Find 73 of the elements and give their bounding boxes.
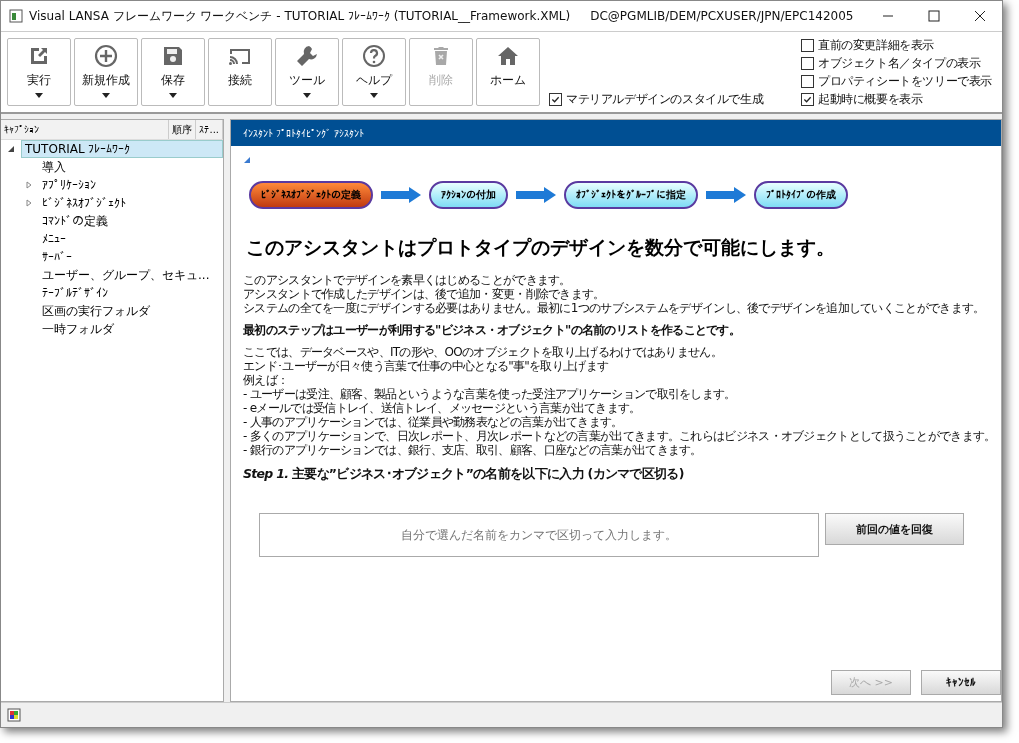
toolbar-button[interactable]: 実行 [7, 38, 71, 106]
window-location: DC@PGMLIB/DEM/PCXUSER/JPN/EPC142005 [590, 9, 854, 23]
description-text: - 銀行のアプリケーションでは、銀行、支店、取引、顧客、口座などの言葉が出てきます。 [243, 443, 702, 457]
description-text: エンド･ユーザーが日々使う言葉で仕事の中心となる"事"を取り上げます [243, 359, 609, 373]
checkbox-label[interactable]: オブジェクト名／タイプの表示 [818, 54, 981, 72]
expand-icon[interactable] [25, 181, 33, 189]
tree-item[interactable]: TUTORIAL ﾌﾚｰﾑﾜｰｸ [21, 140, 223, 158]
corner-triangle-icon [244, 157, 250, 163]
status-icon [7, 708, 21, 722]
instruction-text: 最初のステップはユーザーが利用する"ビジネス・オブジェクト"の名前のリストを作ることです。 [243, 323, 740, 337]
home-icon [496, 44, 520, 68]
toolbar-button[interactable]: ツール [275, 38, 339, 106]
checkbox[interactable] [801, 92, 814, 106]
toolbar-button[interactable]: ホーム [476, 38, 540, 106]
toolbar-button[interactable]: 保存 [141, 38, 205, 106]
checkbox-label[interactable]: プロパティシートをツリーで表示 [818, 72, 992, 90]
expand-icon[interactable] [25, 199, 33, 207]
cancel-button[interactable]: ｷｬﾝｾﾙ [921, 670, 1001, 695]
tree-item[interactable]: 導入 [39, 157, 69, 177]
column-header[interactable]: ｷｬﾌﾟｼｮﾝ [1, 120, 170, 139]
save-icon [161, 44, 185, 68]
description-text: - eメールでは受信トレイ、送信トレイ、メッセージという言葉が出てきます。 [243, 401, 641, 415]
column-header[interactable]: 順序 [169, 120, 197, 139]
column-header[interactable]: ｽﾃ... [196, 120, 223, 139]
step-instruction: Step 1. 主要な”ビジネス･オブジェクト”の名前を以下に入力 (カンマで区切る) [243, 467, 684, 481]
arrow-icon [514, 187, 558, 203]
description-text: アシスタントで作成したデザインは、後で追加・変更・削除できます。 [243, 287, 605, 301]
checkbox-label[interactable]: マテリアルデザインのスタイルで生成 [566, 91, 764, 108]
tree-item[interactable]: ｺﾏﾝﾄﾞの定義 [39, 211, 111, 231]
maximize-icon[interactable] [928, 10, 940, 22]
wrench-icon [295, 44, 319, 68]
checkbox[interactable] [801, 38, 814, 52]
description-text: - 多くのアプリケーションで、日次レポート、月次レポートなどの言葉が出てきます。これらはビジネス・オブジェクトとして扱うことができます。 [243, 429, 996, 443]
tree-item[interactable]: ﾃｰﾌﾞﾙﾃﾞｻﾞｲﾝ [39, 285, 111, 301]
description-text: 例えば： [243, 373, 289, 387]
tree-item[interactable]: 区画の実行フォルダ [39, 301, 153, 321]
restore-button[interactable]: 前回の値を回復 [825, 513, 964, 545]
description-text: - 人事のアプリケーションでは、従業員や勤務表などの言葉が出てきます。 [243, 415, 623, 429]
toolbar-button[interactable]: 接続 [208, 38, 272, 106]
wizard-step: ﾌﾟﾛﾄﾀｲﾌﾟの作成 [754, 181, 848, 209]
description-text: ここでは、データベースや、ITの形や、OOのオブジェクトを取り上げるわけではありません。 [243, 345, 722, 359]
toolbar-button[interactable]: 新規作成 [74, 38, 138, 106]
app-icon [9, 9, 23, 23]
add-icon [94, 44, 118, 68]
tree-item[interactable]: 一時フォルダ [39, 319, 117, 339]
wizard-step: ｵﾌﾞｼﾞｪｸﾄをｸﾞﾙｰﾌﾟに指定 [564, 181, 698, 209]
tree-item[interactable]: ﾋﾞｼﾞﾈｽｵﾌﾞｼﾞｪｸﾄ [39, 195, 129, 211]
assistant-heading: このアシスタントはプロトタイプのデザインを数分で可能にします。 [246, 235, 836, 260]
checkbox[interactable] [549, 93, 562, 106]
checkbox[interactable] [801, 74, 814, 88]
checkbox[interactable] [801, 56, 814, 70]
checkmark-icon [803, 94, 812, 104]
tree-item[interactable]: ｻｰﾊﾞｰ [39, 249, 75, 265]
checkbox-label[interactable]: 起動時に概要を表示 [818, 90, 923, 108]
description-text: このアシスタントでデザインを素早くはじめることができます。 [243, 273, 571, 287]
wizard-step: ｱｸｼｮﾝの付加 [429, 181, 508, 209]
assistant-header: ｲﾝｽﾀﾝﾄ ﾌﾟﾛﾄﾀｲﾋﾟﾝｸﾞ ｱｼｽﾀﾝﾄ [231, 120, 1001, 146]
tree-item[interactable]: ユーザー、グループ、セキュ... [39, 265, 213, 285]
tree-item[interactable]: ｱﾌﾟﾘｹｰｼｮﾝ [39, 177, 99, 193]
close-icon[interactable] [974, 10, 986, 22]
toolbar-button[interactable]: ヘルプ [342, 38, 406, 106]
checkbox-label[interactable]: 直前の変更詳細を表示 [818, 36, 934, 54]
arrow-icon [379, 187, 423, 203]
description-text: システムの全てを一度にデザインする必要はありません。最初に1つのサブシステムをデザインし、後でデザインを追加していくことができます。 [243, 301, 985, 315]
description-text: - ユーザーは受注、顧客、製品というような言葉を使った受注アプリケーションで取引をします。 [243, 387, 736, 401]
checkmark-icon [551, 95, 560, 104]
collapse-icon[interactable] [7, 145, 15, 153]
wizard-step: ﾋﾞｼﾞﾈｽｵﾌﾞｼﾞｪｸﾄの定義 [249, 181, 373, 209]
names-input-field[interactable]: 自分で選んだ名前をカンマで区切って入力します。 [259, 513, 819, 557]
tree-item[interactable]: ﾒﾆｭｰ [39, 231, 69, 247]
arrow-icon [704, 187, 748, 203]
help-icon [362, 44, 386, 68]
window-title: Visual LANSA フレームワーク ワークベンチ - TUTORIAL ﾌﾚｰﾑﾜｰｸ (TUTORIAL__Framework.XML) [29, 7, 571, 25]
